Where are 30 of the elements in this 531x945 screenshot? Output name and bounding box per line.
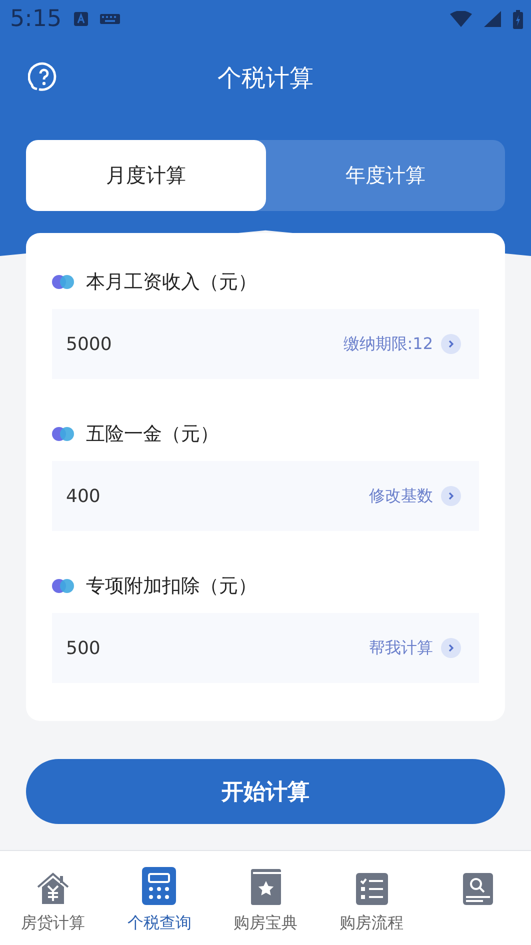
chevron-right-icon (441, 486, 461, 506)
input-field[interactable]: 5000 缴纳期限:12 (52, 309, 479, 379)
start-button[interactable]: 开始计算 (26, 759, 505, 824)
bullet-icon (52, 427, 74, 441)
field-action-link[interactable]: 帮我计算 (369, 638, 461, 658)
input-field[interactable]: 400 修改基数 (52, 461, 479, 531)
keyboard-icon (100, 14, 120, 24)
chevron-right-icon (441, 638, 461, 658)
page-title: 个税计算 (218, 63, 314, 94)
status-time: 5:15 (10, 6, 62, 32)
signal-icon (484, 11, 501, 27)
calculator-icon[interactable] (142, 865, 176, 905)
field-label: 专项附加扣除（元） (86, 574, 257, 599)
wifi-icon (450, 11, 472, 27)
tab[interactable]: 年度计算 (266, 140, 505, 211)
nav-tab-label[interactable]: 房贷计算 (21, 913, 86, 934)
nav-tab-label[interactable]: 个税查询 (127, 913, 192, 934)
field-action-link[interactable]: 缴纳期限:12 (343, 334, 461, 354)
bullet-icon (52, 275, 74, 289)
nav-tab-label[interactable]: 购房宝典 (234, 913, 298, 934)
tab[interactable]: 月度计算 (26, 140, 266, 211)
chevron-right-icon (441, 334, 461, 354)
bullet-icon (52, 579, 74, 593)
field-label: 本月工资收入（元） (86, 270, 257, 295)
field-label: 五险一金（元） (86, 422, 219, 447)
keyboard-language-icon (74, 12, 88, 26)
battery-icon (513, 10, 523, 28)
input-field[interactable]: 500 帮我计算 (52, 613, 479, 683)
field-action-link[interactable]: 修改基数 (369, 486, 461, 506)
nav-tab-label[interactable]: 购房流程 (340, 913, 404, 934)
